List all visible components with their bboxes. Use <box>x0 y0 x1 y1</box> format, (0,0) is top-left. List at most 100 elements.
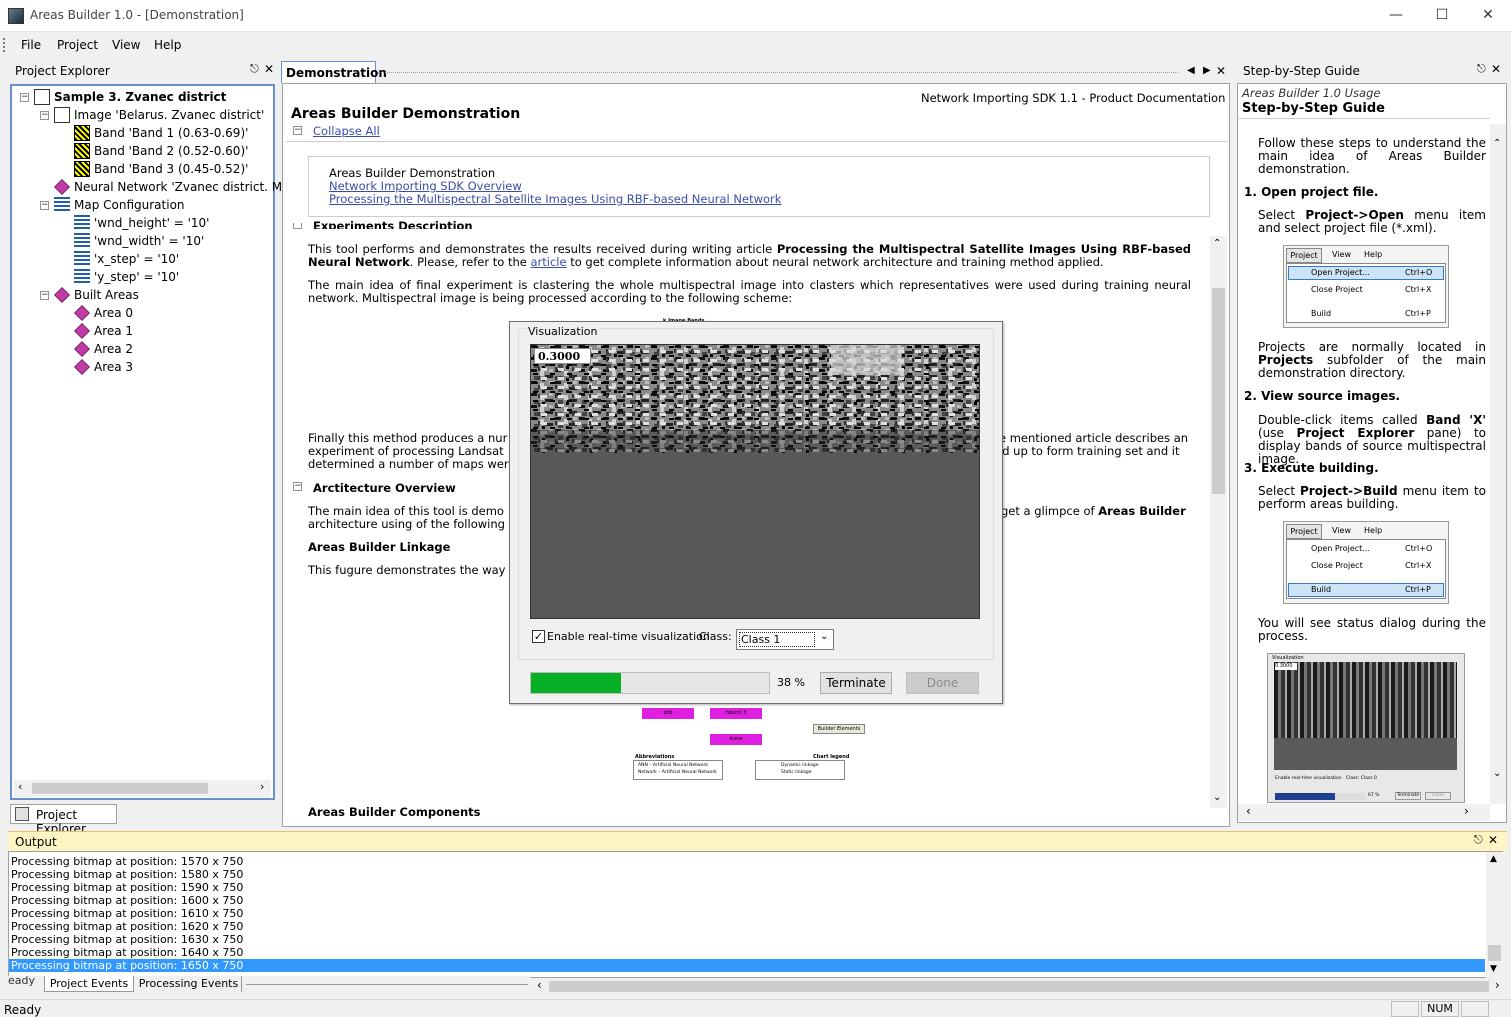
minimize-button[interactable]: — <box>1373 0 1419 31</box>
mini-vis-value: 0.3000 <box>1275 663 1297 670</box>
explorer-tab[interactable]: Project Explorer <box>10 804 117 836</box>
guide-title: Step-by-Step Guide <box>1243 64 1360 78</box>
network-icon <box>54 179 70 195</box>
guide-scroll-right-icon[interactable]: › <box>1464 804 1469 818</box>
status-num: NUM <box>1421 1001 1459 1017</box>
tab-demonstration[interactable]: Demonstration <box>281 61 387 83</box>
sec1-toggle[interactable] <box>293 223 302 229</box>
mini2-close-key: Ctrl+X <box>1405 561 1432 570</box>
guide-close-icon[interactable]: ✕ <box>1491 62 1501 76</box>
output-scroll-up-icon[interactable]: ▲ <box>1490 854 1497 864</box>
collapse-toggle[interactable]: − <box>293 126 302 135</box>
menu-help[interactable]: Help <box>154 38 181 52</box>
output-hscroll-thumb[interactable] <box>549 981 1489 992</box>
guide-scroll-left-icon[interactable]: ‹ <box>1246 804 1251 818</box>
tree-expander[interactable]: − <box>20 93 29 102</box>
guide-step1: 1. Open project file. <box>1244 185 1379 199</box>
realtime-checkbox[interactable]: ✓ <box>532 630 545 643</box>
output-scroll-left-icon[interactable]: ‹ <box>537 978 542 992</box>
output-pin-icon[interactable]: ⎋ <box>1474 833 1483 847</box>
maximize-button[interactable]: ☐ <box>1419 0 1465 31</box>
output-ghost-text: eady <box>8 974 36 987</box>
close-window-button[interactable]: ✕ <box>1465 0 1511 31</box>
tree-item-label: Image 'Belarus. Zvanec district' <box>74 108 265 122</box>
guide-scroll-down-icon[interactable]: ⌄ <box>1493 768 1501 779</box>
app-icon <box>8 8 24 24</box>
sec2-heading: Arctitecture Overview <box>313 481 456 495</box>
doc-scroll-thumb[interactable] <box>1212 288 1225 494</box>
diagram-box-builder: Builder Elements <box>813 724 865 734</box>
done-button[interactable]: Done <box>906 672 979 694</box>
mini2-close: Close Project <box>1311 561 1363 570</box>
menu-file[interactable]: File <box>21 38 41 52</box>
output-line[interactable]: Processing bitmap at position: 1590 x 75… <box>9 881 1485 894</box>
close-icon[interactable]: ✕ <box>264 62 274 76</box>
tree-expander[interactable]: − <box>40 291 49 300</box>
realtime-checkbox-label: Enable real-time visualization <box>547 630 710 643</box>
mini2-build: Build <box>1311 585 1332 594</box>
pin-icon[interactable]: ⎋ <box>250 62 259 76</box>
guide-scroll-up-icon[interactable]: ⌃ <box>1493 138 1501 149</box>
explorer-hscroll[interactable]: ‹ › <box>14 780 271 797</box>
output-log: Processing bitmap at position: 1570 x 75… <box>8 851 1503 978</box>
legend-1: Dynamic linkage <box>781 763 819 768</box>
sec1-heading: Experiments Description <box>313 220 473 229</box>
tree-item-label: 'wnd_height' = '10' <box>94 216 210 230</box>
mini-vis-pct: 67 % <box>1368 793 1380 798</box>
tree-expander[interactable]: − <box>40 111 49 120</box>
mini1-open-key: Ctrl+O <box>1405 268 1433 277</box>
output-line[interactable]: Processing bitmap at position: 1630 x 75… <box>9 933 1485 946</box>
terminate-button[interactable]: Terminate <box>820 672 892 694</box>
output-scroll-right-icon[interactable]: › <box>1495 978 1500 992</box>
mini-vis-controls: Enable real-time visualization Class: Cl… <box>1275 776 1377 781</box>
output-vscroll[interactable]: ▲ ▼ <box>1486 852 1503 978</box>
output-scroll-thumb[interactable] <box>1488 945 1501 961</box>
tab-processing-events[interactable]: Processing Events <box>136 976 242 992</box>
doc-vscroll[interactable]: ⌃ ⌄ <box>1210 236 1227 808</box>
guide-vscroll[interactable]: ⌃ ⌄ <box>1490 124 1506 804</box>
output-hscroll[interactable]: ‹ › <box>533 978 1511 994</box>
tab-close-icon[interactable]: ✕ <box>1216 64 1226 78</box>
collapse-all-link[interactable]: Collapse All <box>313 125 380 138</box>
tree-item-label: Sample 3. Zvanec district <box>54 90 227 104</box>
guide-pin-icon[interactable]: ⎋ <box>1477 62 1486 76</box>
output-scroll-down-icon[interactable]: ▼ <box>1490 964 1497 974</box>
tree-item-label: Band 'Band 2 (0.52-0.60)' <box>94 144 249 158</box>
doc-header-rule <box>286 141 1228 142</box>
tab-right-arrow-icon[interactable]: ▶ <box>1203 65 1211 76</box>
output-line[interactable]: Processing bitmap at position: 1650 x 75… <box>9 959 1485 972</box>
output-line[interactable]: Processing bitmap at position: 1610 x 75… <box>9 907 1485 920</box>
output-line[interactable]: Processing bitmap at position: 1580 x 75… <box>9 868 1485 881</box>
explorer-tab-icon <box>15 807 29 821</box>
output-line[interactable]: Processing bitmap at position: 1640 x 75… <box>9 946 1485 959</box>
tab-project-events[interactable]: Project Events <box>44 976 134 992</box>
menu-project[interactable]: Project <box>57 38 98 52</box>
mini1-tab-project: Project <box>1286 248 1322 263</box>
p1-article-link[interactable]: article <box>531 255 567 269</box>
p1-text-d: to get complete information about neural… <box>566 255 1104 269</box>
mini1-build: Build <box>1311 309 1332 318</box>
mini-vis-progress <box>1275 793 1365 800</box>
progress-fill <box>531 673 622 693</box>
output-line[interactable]: Processing bitmap at position: 1600 x 75… <box>9 894 1485 907</box>
tree-item-label: Built Areas <box>74 288 139 302</box>
output-line[interactable]: Processing bitmap at position: 1620 x 75… <box>9 920 1485 933</box>
scroll-up-icon[interactable]: ⌃ <box>1213 238 1221 249</box>
class-select[interactable]: Class 1 ⌄ <box>736 629 834 650</box>
sec2-toggle[interactable]: − <box>293 482 302 491</box>
scroll-thumb[interactable] <box>32 783 208 794</box>
tree-expander[interactable]: − <box>40 201 49 210</box>
output-close-icon[interactable]: ✕ <box>1488 833 1498 847</box>
abbrev-2: Network – Artificial Neural Network <box>638 770 717 775</box>
guide-hscroll[interactable]: ‹ › <box>1238 804 1490 821</box>
mini-vis-terminate: Terminate <box>1395 792 1421 800</box>
toc-link-article[interactable]: Processing the Multispectral Satellite I… <box>329 193 781 206</box>
scroll-down-icon[interactable]: ⌄ <box>1213 792 1221 803</box>
s3-b: Project->Build <box>1300 484 1398 498</box>
window-title: Areas Builder 1.0 - [Demonstration] <box>30 8 244 22</box>
tab-left-arrow-icon[interactable]: ◀ <box>1187 65 1195 76</box>
menu-view[interactable]: View <box>112 38 140 52</box>
tabs-line <box>246 984 528 985</box>
chevron-down-icon[interactable]: ⌄ <box>820 631 828 642</box>
output-line[interactable]: Processing bitmap at position: 1570 x 75… <box>9 855 1485 868</box>
